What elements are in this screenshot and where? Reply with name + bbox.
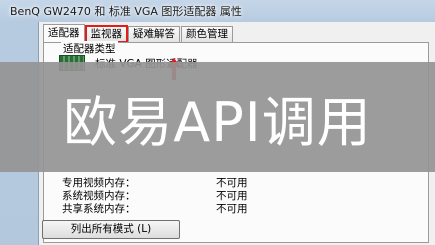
banner-text: 欧易API调用	[63, 90, 372, 154]
properties-window: BenQ GW2470 和 标准 VGA 图形适配器 属性 适配器 监视器 疑难…	[0, 0, 435, 245]
adapter-type-label: 适配器类型	[61, 41, 118, 56]
shared-system-memory-label: 共享系统内存：	[62, 203, 136, 215]
list-all-modes-button[interactable]: 列出所有模式 (L)	[42, 220, 180, 239]
tab-troubleshoot[interactable]: 疑难解答	[128, 26, 180, 42]
title-bar[interactable]: BenQ GW2470 和 标准 VGA 图形适配器 属性	[10, 0, 435, 22]
tab-monitor[interactable]: 监视器	[84, 25, 128, 43]
tab-strip: 适配器 监视器 疑难解答 颜色管理	[43, 24, 234, 43]
overlay-banner: 欧易API调用	[0, 62, 435, 172]
window-title: BenQ GW2470 和 标准 VGA 图形适配器 属性	[10, 5, 242, 18]
shared-system-memory-value: 不可用	[216, 203, 248, 215]
tab-adapter[interactable]: 适配器	[43, 24, 85, 42]
tab-color-management[interactable]: 颜色管理	[181, 26, 233, 42]
